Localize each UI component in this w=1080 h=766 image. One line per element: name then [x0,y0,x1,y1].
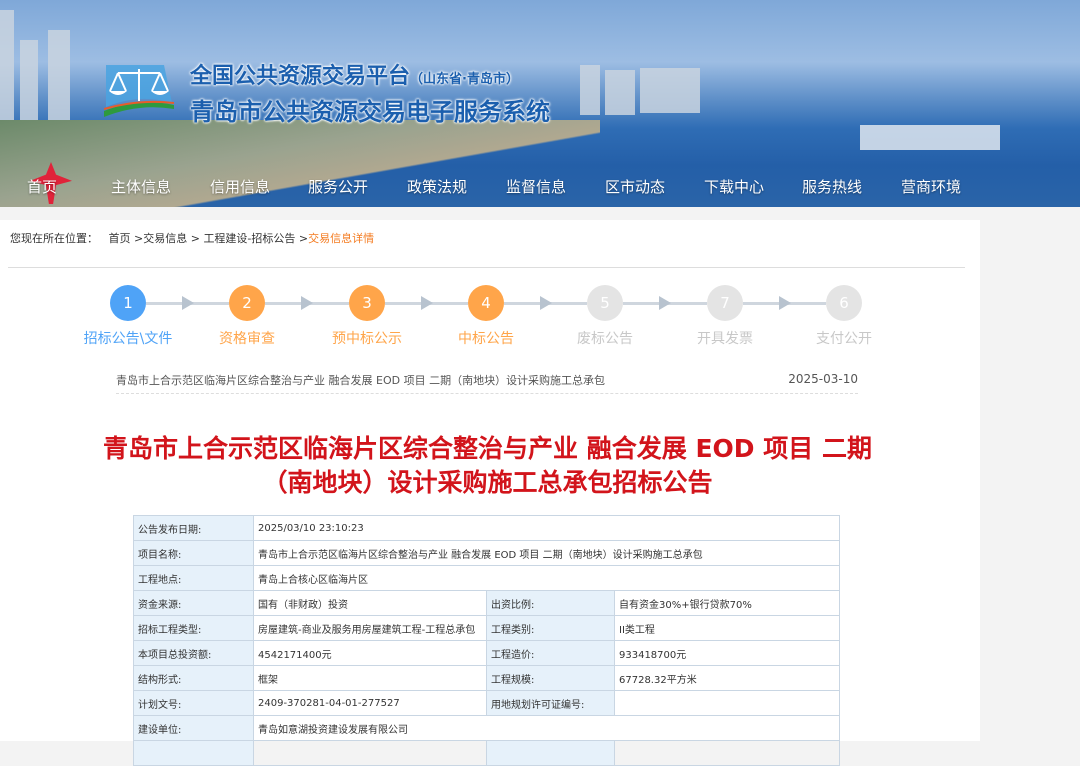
header-banner: 全国公共资源交易平台（山东省·青岛市） 青岛市公共资源交易电子服务系统 首页 主… [0,0,1080,207]
breadcrumb-home[interactable]: 首页 [109,232,131,245]
platform-title: 全国公共资源交易平台（山东省·青岛市） [190,64,519,89]
table-row: 资金来源: 国有（非财政）投资 出资比例: 自有资金30%+银行贷款70% [133,590,840,616]
nav-home[interactable]: 首页 [27,176,57,197]
label: 资金来源: [133,590,254,616]
label: 工程造价: [486,640,615,666]
step-label[interactable]: 中标公告 [458,328,514,348]
step-label[interactable]: 废标公告 [577,328,633,348]
value: 933418700元 [614,640,840,666]
breadcrumb-trade-info[interactable]: >交易信息 [134,232,187,245]
label: 用地规划许可证编号: [486,690,615,716]
step-6-circle[interactable]: 6 [826,285,862,321]
label: 出资比例: [486,590,615,616]
label: 工程地点: [133,565,254,591]
list-item-title[interactable]: 青岛市上合示范区临海片区综合整治与产业 融合发展 EOD 项目 二期（南地块）设… [116,374,605,387]
nav-download[interactable]: 下载中心 [704,176,764,197]
main-nav: 首页 主体信息 信用信息 服务公开 政策法规 监督信息 区市动态 下载中心 服务… [0,172,1080,202]
value: II类工程 [614,615,840,641]
label: 计划文号: [133,690,254,716]
label: 工程类别: [486,615,615,641]
logo-scales-icon [104,65,174,117]
value [614,690,840,716]
step-label[interactable]: 支付公开 [816,328,872,348]
nav-supervision[interactable]: 监督信息 [506,176,566,197]
label: 招标工程类型: [133,615,254,641]
step-3-circle[interactable]: 3 [349,285,385,321]
arrow-right-icon [659,296,671,310]
table-row: 建设单位: 青岛如意湖投资建设发展有限公司 [133,715,840,741]
arrow-right-icon [539,296,552,310]
system-title: 青岛市公共资源交易电子服务系统 [190,98,550,126]
value: 青岛如意湖投资建设发展有限公司 [253,715,840,741]
table-row: 招标工程类型: 房屋建筑-商业及服务用房屋建筑工程-工程总承包 工程类别: II类工程 [133,615,840,641]
table-row [133,740,840,766]
table-row: 工程地点: 青岛上合核心区临海片区 [133,565,840,591]
label: 本项目总投资额: [133,640,254,666]
nav-credit-info[interactable]: 信用信息 [210,176,270,197]
nav-policy[interactable]: 政策法规 [407,176,467,197]
breadcrumb: 您现在所在位置： 首页 >交易信息 > 工程建设-招标公告 >交易信息详情 [10,230,374,246]
list-item[interactable]: 青岛市上合示范区临海片区综合整治与产业 融合发展 EOD 项目 二期（南地块）设… [116,372,858,394]
step-label[interactable]: 资格审查 [219,328,275,348]
breadcrumb-sep: > [298,232,309,245]
table-row: 公告发布日期: 2025/03/10 23:10:23 [133,515,840,541]
step-label[interactable]: 招标公告\文件 [84,328,173,348]
nav-entity-info[interactable]: 主体信息 [111,176,171,197]
step-1-circle[interactable]: 1 [110,285,146,321]
step-label[interactable]: 预中标公示 [332,328,402,348]
nav-service-public[interactable]: 服务公开 [308,176,368,197]
list-item-date: 2025-03-10 [788,372,858,386]
divider [8,267,965,268]
label: 公告发布日期: [133,515,254,541]
nav-district-news[interactable]: 区市动态 [605,176,665,197]
value: 青岛上合核心区临海片区 [253,565,840,591]
content-panel: 您现在所在位置： 首页 >交易信息 > 工程建设-招标公告 >交易信息详情 1招… [0,220,980,766]
breadcrumb-tender-notice[interactable]: 工程建设-招标公告 [203,232,295,245]
value: 2025/03/10 23:10:23 [253,515,840,541]
step-label[interactable]: 开具发票 [697,328,753,348]
project-info-table: 公告发布日期: 2025/03/10 23:10:23 项目名称: 青岛市上合示范区… [133,515,840,766]
table-row: 项目名称: 青岛市上合示范区临海片区综合整治与产业 融合发展 EOD 项目 二期（… [133,540,840,566]
value: 房屋建筑-商业及服务用房屋建筑工程-工程总承包 [253,615,487,641]
table-row: 本项目总投资额: 4542171400元 工程造价: 933418700元 [133,640,840,666]
step-2-circle[interactable]: 2 [229,285,265,321]
step-5-circle[interactable]: 5 [587,285,623,321]
arrow-right-icon [420,296,433,310]
value: 青岛市上合示范区临海片区综合整治与产业 融合发展 EOD 项目 二期（南地块）设… [253,540,840,566]
label: 建设单位: [133,715,254,741]
breadcrumb-prefix: 您现在所在位置： [10,232,98,245]
table-row: 计划文号: 2409-370281-04-01-277527 用地规划许可证编号: [133,690,840,716]
value: 4542171400元 [253,640,487,666]
value: 国有（非财政）投资 [253,590,487,616]
table-row: 结构形式: 框架 工程规模: 67728.32平方米 [133,665,840,691]
value: 框架 [253,665,487,691]
breadcrumb-sep: > [190,232,200,245]
arrow-right-icon [181,296,194,310]
value: 2409-370281-04-01-277527 [253,690,487,716]
nav-hotline[interactable]: 服务热线 [802,176,862,197]
step-7-circle[interactable]: 7 [707,285,743,321]
value: 自有资金30%+银行贷款70% [614,590,840,616]
nav-business-env[interactable]: 营商环境 [901,176,961,197]
label: 工程规模: [486,665,615,691]
breadcrumb-current: 交易信息详情 [308,232,375,245]
label: 结构形式: [133,665,254,691]
arrow-right-icon [778,296,791,310]
label: 项目名称: [133,540,254,566]
arrow-right-icon [301,296,313,310]
value: 67728.32平方米 [614,665,840,691]
article-title: 青岛市上合示范区临海片区综合整治与产业 融合发展 EOD 项目 二期（南地块）设… [103,434,872,497]
step-4-circle[interactable]: 4 [468,285,504,321]
